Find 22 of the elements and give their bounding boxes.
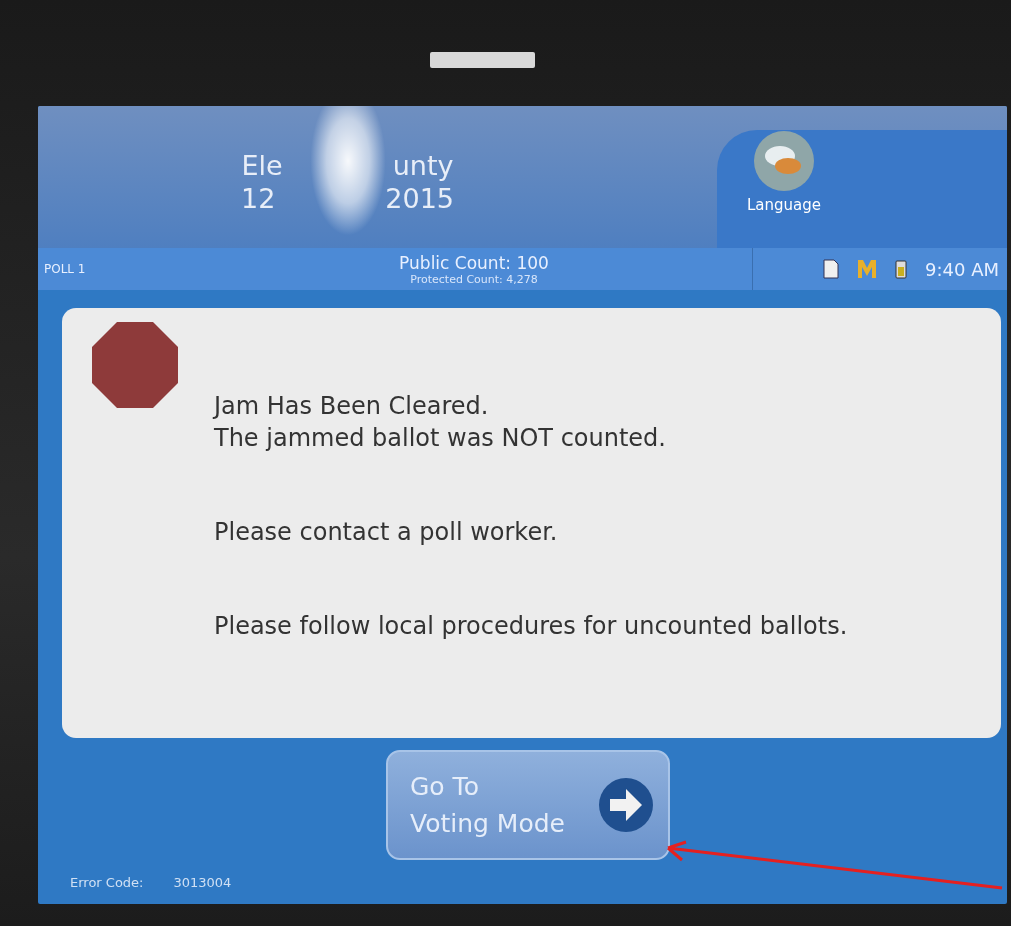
message-text: Jam Has Been Cleared. <box>214 391 490 422</box>
arrow-right-icon <box>598 777 654 833</box>
stop-octagon-icon <box>92 322 178 408</box>
error-label: Error Code: <box>70 875 144 890</box>
clock-time: 9:40 AM <box>925 258 999 280</box>
title-text: 12 <box>240 183 276 214</box>
message-text: Please follow local procedures for uncounted ballots. <box>214 611 848 642</box>
title-text: 2015 <box>385 183 455 214</box>
voting-mode-button[interactable]: Go To Voting Mode <box>386 750 670 860</box>
poll-label: POLL 1 <box>43 262 87 276</box>
document-icon <box>823 259 839 279</box>
m-logo-icon <box>857 259 877 279</box>
battery-icon <box>895 259 907 279</box>
public-count: Public Count: 100 <box>399 252 549 273</box>
title-text: Ele <box>241 150 283 181</box>
message-text: The jammed ballot was NOT counted. <box>214 423 667 454</box>
message-text: Please contact a poll worker. <box>214 517 559 548</box>
title-text: unty <box>392 150 454 181</box>
error-code: 3013004 <box>173 875 232 890</box>
language-button[interactable]: Language <box>747 130 822 214</box>
protected-count: Protected Count: 4,278 <box>410 272 538 286</box>
speech-bubbles-icon <box>753 130 815 192</box>
